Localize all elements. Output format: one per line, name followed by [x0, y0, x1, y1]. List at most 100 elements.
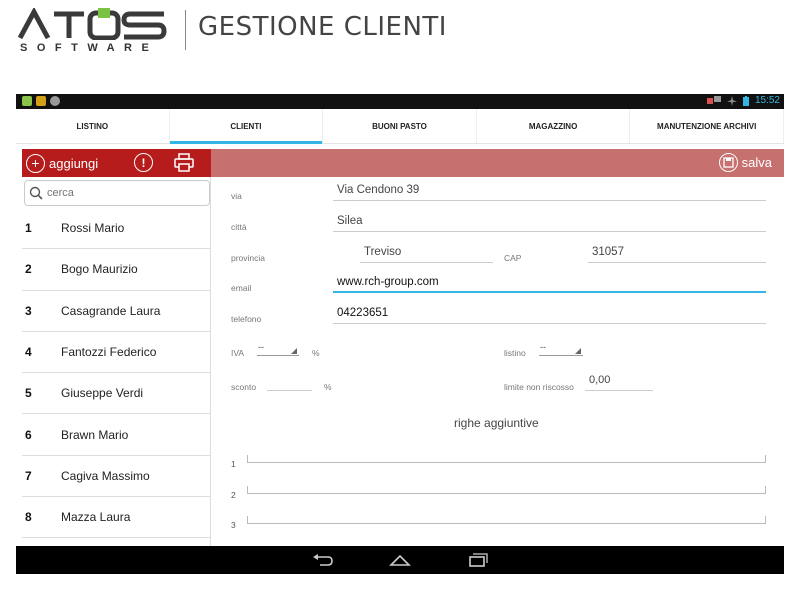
client-number: 4	[25, 345, 32, 360]
list-item[interactable]: 5 Giuseppe Verdi	[22, 373, 211, 415]
list-item[interactable]: 4 Fantozzi Federico	[22, 332, 211, 374]
iva-percent: %	[312, 348, 320, 358]
save-label: salva	[741, 155, 772, 170]
tab-magazzino[interactable]: MAGAZZINO	[477, 109, 631, 143]
search-input[interactable]	[47, 187, 197, 199]
page-title: GESTIONE CLIENTI	[198, 12, 447, 42]
detail-toolbar: salva	[211, 149, 784, 177]
airplane-icon	[726, 95, 737, 106]
atos-logo-subtitle: SOFTWARE	[20, 42, 159, 54]
list-item[interactable]: 1 Rossi Mario	[22, 208, 211, 250]
status-system: 15:52	[706, 95, 780, 106]
list-item[interactable]: 6 Brawn Mario	[22, 414, 211, 456]
battery-icon	[742, 95, 749, 106]
client-number: 2	[25, 262, 32, 277]
listino-select[interactable]: --	[539, 342, 583, 356]
provincia-label: provincia	[231, 253, 266, 263]
citta-label: città	[231, 222, 247, 232]
row-number: 3	[231, 520, 236, 530]
iva-select[interactable]: --	[257, 342, 299, 356]
alert-icon[interactable]: !	[134, 153, 153, 172]
recent-apps-icon[interactable]	[466, 552, 488, 568]
tab-manutenzione-archivi[interactable]: MANUTENZIONE ARCHIVI	[630, 109, 784, 143]
gamepad-notification-icon	[50, 96, 60, 106]
add-client-button[interactable]: + aggiungi	[26, 153, 99, 173]
print-icon[interactable]	[174, 153, 194, 178]
save-button[interactable]: salva	[718, 153, 772, 172]
email-label: email	[231, 283, 252, 293]
navigation-bar	[16, 546, 784, 574]
app-screen: LISTINO CLIENTI BUONI PASTO MAGAZZINO MA…	[16, 109, 784, 546]
email-field[interactable]: www.rch-group.com	[333, 273, 766, 293]
atos-logo: SOFTWARE	[18, 8, 168, 54]
client-number: 6	[25, 427, 32, 442]
client-number: 8	[25, 510, 32, 525]
cap-label: CAP	[504, 253, 522, 263]
sconto-label: sconto	[231, 382, 257, 392]
storage-notification-icon	[36, 96, 46, 106]
app-banner: SOFTWARE GESTIONE CLIENTI	[0, 0, 800, 80]
list-item[interactable]: 8 Mazza Laura	[22, 497, 211, 539]
client-name: Bogo Maurizio	[61, 262, 138, 277]
tab-listino[interactable]: LISTINO	[16, 109, 170, 143]
tab-bar: LISTINO CLIENTI BUONI PASTO MAGAZZINO MA…	[16, 109, 784, 144]
tab-label: LISTINO	[76, 121, 109, 131]
sconto-percent: %	[324, 382, 332, 392]
tab-label: BUONI PASTO	[372, 121, 427, 131]
telefono-field[interactable]: 04223651	[333, 304, 766, 324]
via-label: via	[231, 191, 242, 201]
status-bar: 15:52	[16, 94, 784, 109]
extra-row-field[interactable]	[247, 516, 766, 524]
tab-label: MANUTENZIONE ARCHIVI	[657, 121, 757, 131]
list-item[interactable]: 2 Bogo Maurizio	[22, 249, 211, 291]
client-name: Mazza Laura	[61, 510, 131, 525]
client-number: 5	[25, 386, 32, 401]
home-icon[interactable]	[389, 552, 411, 568]
plus-icon: +	[26, 153, 45, 173]
client-name: Cagiva Massimo	[61, 468, 150, 483]
client-name: Rossi Mario	[61, 221, 125, 236]
banner-divider	[185, 10, 186, 50]
list-item[interactable]: 3 Casagrande Laura	[22, 291, 211, 332]
search-box	[24, 180, 210, 206]
list-item[interactable]: 7 Cagiva Massimo	[22, 456, 211, 498]
client-sidebar: 1 Rossi Mario 2 Bogo Maurizio 3 Casagrande …	[22, 177, 211, 546]
back-icon[interactable]	[312, 552, 334, 568]
client-number: 1	[25, 221, 32, 236]
extra-row-field[interactable]	[247, 486, 766, 494]
telefono-label: telefono	[231, 314, 262, 324]
search-icon	[29, 186, 43, 200]
tablet-frame: 15:52 LISTINO CLIENTI BUONI PASTO MAGAZZ…	[16, 94, 784, 574]
client-name: Casagrande Laura	[61, 303, 161, 318]
via-field[interactable]: Via Cendono 39	[333, 181, 766, 201]
limite-label: limite non riscosso	[504, 382, 574, 392]
limite-field[interactable]: 0,00	[585, 371, 653, 391]
client-number: 7	[25, 468, 32, 483]
client-list: 1 Rossi Mario 2 Bogo Maurizio 3 Casagrande …	[22, 208, 211, 539]
tab-buoni-pasto[interactable]: BUONI PASTO	[323, 109, 477, 143]
add-client-label: aggiungi	[49, 155, 99, 171]
row-number: 2	[231, 490, 236, 500]
citta-field[interactable]: Silea	[333, 212, 766, 232]
provincia-field[interactable]: Treviso	[360, 243, 493, 263]
client-name: Giuseppe Verdi	[61, 386, 144, 401]
client-name: Fantozzi Federico	[61, 345, 157, 360]
client-name: Brawn Mario	[61, 427, 129, 442]
row-number: 1	[231, 459, 236, 469]
status-clock: 15:52	[754, 95, 780, 106]
atos-logo-mark	[18, 8, 167, 40]
client-detail-form: via Via Cendono 39 città Silea provincia…	[211, 177, 784, 546]
android-notification-icon	[22, 96, 32, 106]
client-number: 3	[25, 303, 32, 318]
list-toolbar: + aggiungi !	[22, 149, 211, 177]
tab-label: MAGAZZINO	[528, 121, 578, 131]
tab-label: CLIENTI	[230, 121, 262, 131]
extra-row-field[interactable]	[247, 455, 766, 463]
status-notifications	[22, 96, 60, 106]
tab-clienti[interactable]: CLIENTI	[169, 109, 324, 144]
cap-field[interactable]: 31057	[588, 243, 766, 263]
listino-label: listino	[504, 348, 526, 358]
iva-label: IVA	[231, 348, 245, 358]
sconto-field[interactable]	[267, 373, 312, 391]
network-icon	[706, 95, 721, 104]
